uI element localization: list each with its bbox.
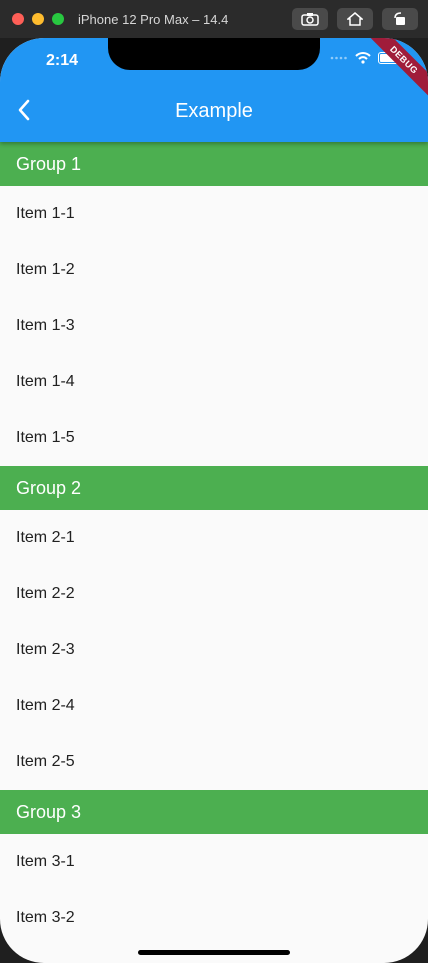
list-item[interactable]: Item 2-4: [0, 678, 428, 734]
home-indicator[interactable]: [138, 950, 290, 955]
group-header: Group 3: [0, 790, 428, 834]
signal-icon: [330, 56, 347, 60]
status-time: 2:14: [46, 52, 79, 69]
group-header: Group 1: [0, 142, 428, 186]
simulator-toolbar: iPhone 12 Pro Max – 14.4: [0, 0, 428, 38]
minimize-window-button[interactable]: [32, 13, 44, 25]
group-header: Group 2: [0, 466, 428, 510]
window-controls: [12, 13, 64, 25]
zoom-window-button[interactable]: [52, 13, 64, 25]
page-title: Example: [175, 100, 253, 122]
rotate-button[interactable]: [382, 8, 418, 30]
home-icon: [347, 12, 363, 26]
home-button[interactable]: [337, 8, 373, 30]
list-item[interactable]: Item 1-2: [0, 242, 428, 298]
list-item[interactable]: Item 1-5: [0, 410, 428, 466]
list-item[interactable]: Item 3-2: [0, 890, 428, 946]
simulator-title: iPhone 12 Pro Max – 14.4: [78, 11, 229, 27]
grouped-list: Group 1 Item 1-1 Item 1-2 Item 1-3 Item …: [0, 142, 428, 946]
simulator-tools: [292, 8, 418, 30]
phone-screen: 2:14 Example DEBUG Group 1 Item 1-1 Item…: [0, 38, 428, 963]
wifi-icon: [355, 52, 371, 64]
list-item[interactable]: Item 2-1: [0, 510, 428, 566]
camera-icon: [301, 13, 319, 26]
list-item[interactable]: Item 2-2: [0, 566, 428, 622]
list-item[interactable]: Item 1-3: [0, 298, 428, 354]
screenshot-button[interactable]: [292, 8, 328, 30]
rotate-icon: [394, 12, 405, 25]
close-window-button[interactable]: [12, 13, 24, 25]
list-item[interactable]: Item 1-4: [0, 354, 428, 410]
notch: [108, 38, 320, 70]
list-item[interactable]: Item 2-5: [0, 734, 428, 790]
app-bar: 2:14 Example: [0, 38, 428, 142]
list-item[interactable]: Item 3-1: [0, 834, 428, 890]
list-item[interactable]: Item 2-3: [0, 622, 428, 678]
list-item[interactable]: Item 1-1: [0, 186, 428, 242]
